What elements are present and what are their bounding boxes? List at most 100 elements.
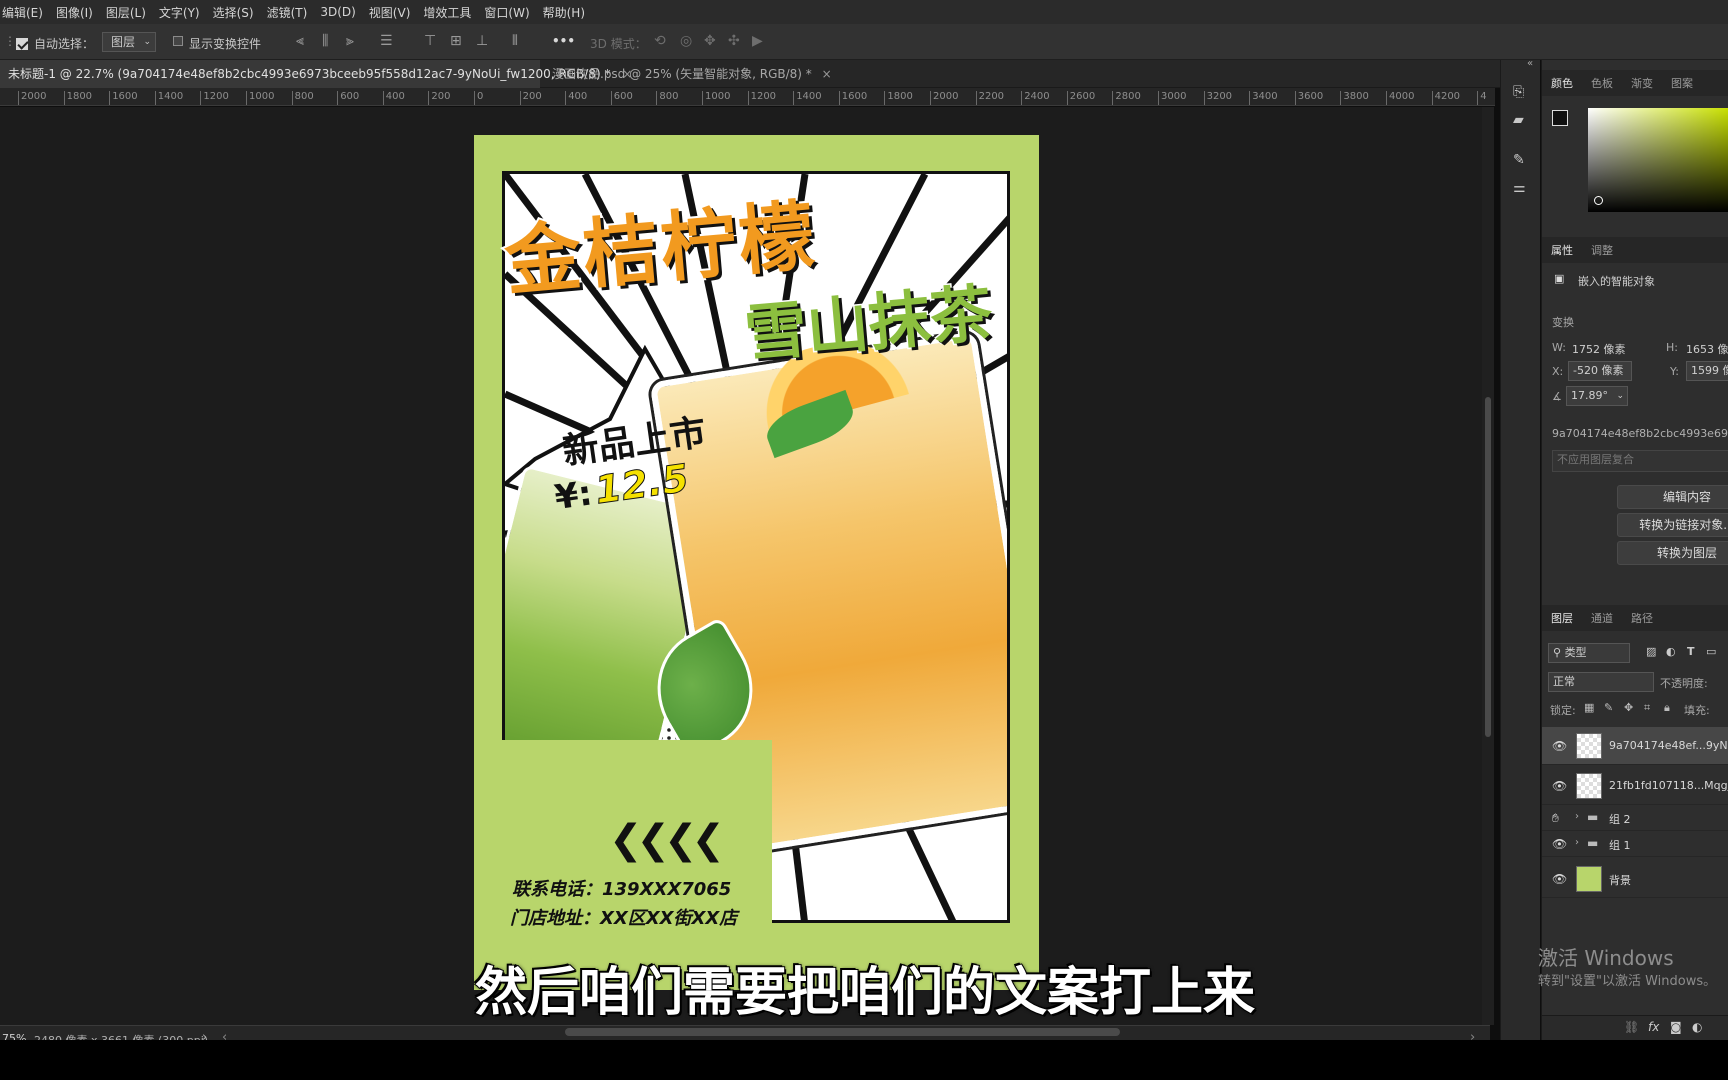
align-bottom-icon[interactable]: ⊥ (476, 33, 488, 49)
filter-adjustment-icon[interactable]: ◐ (1666, 645, 1676, 658)
comment-icon[interactable]: ▰ (1513, 112, 1524, 128)
tab-properties[interactable]: 属性 (1542, 242, 1582, 258)
visibility-eye-icon[interactable]: 👁︎ (1552, 739, 1567, 753)
layer-item[interactable]: 👁︎ 背景 (1542, 860, 1728, 898)
color-picker-cursor[interactable] (1594, 196, 1603, 205)
distribute-vertical-icon[interactable]: ⫴ (512, 33, 518, 49)
tab-paths[interactable]: 路径 (1622, 610, 1662, 626)
menu-help[interactable]: 帮助(H) (543, 4, 585, 21)
ruler-tick: 1400 (154, 91, 183, 105)
horizontal-scroll-thumb[interactable] (565, 1028, 1120, 1036)
convert-to-layer-button[interactable]: 转换为图层 (1617, 541, 1728, 565)
chevron-down-icon[interactable]: ⌄ (1616, 387, 1624, 405)
color-picker-field[interactable] (1588, 108, 1728, 212)
brush-settings-icon[interactable]: ✎ (1513, 152, 1525, 168)
tab-gradients[interactable]: 渐变 (1622, 75, 1662, 91)
tab-color[interactable]: 颜色 (1542, 75, 1582, 91)
edit-contents-button[interactable]: 编辑内容 (1617, 485, 1728, 509)
width-value[interactable]: 1752 像素 (1572, 341, 1626, 357)
show-transform-checkbox[interactable] (173, 36, 183, 46)
poster-artwork[interactable]: 金桔柠檬 雪山抹茶 新品上市 ¥: 12.5 ❮❮❮❮ 联系电话：139XXX7… (474, 135, 1039, 990)
align-top-icon[interactable]: ⊤ (424, 33, 436, 49)
tab-patterns[interactable]: 图案 (1662, 75, 1702, 91)
layer-item[interactable]: 👁︎ 21fb1fd107118...MqgjN (1542, 767, 1728, 805)
foreground-color-swatch[interactable] (1552, 110, 1568, 126)
hand-cursor-icon[interactable]: ✋︎ (1552, 811, 1559, 826)
y-position-input[interactable]: 1599 像 (1686, 361, 1728, 381)
visibility-eye-icon[interactable]: 👁︎ (1552, 779, 1567, 793)
layer-filter-dropdown[interactable]: ⚲ 类型 (1548, 643, 1630, 663)
lock-transparency-icon[interactable]: ▦ (1584, 701, 1594, 714)
menu-plugins[interactable]: 增效工具 (423, 4, 471, 21)
chevron-right-icon[interactable]: › (1575, 811, 1579, 822)
angle-input[interactable]: 17.89° ⌄ (1566, 386, 1628, 406)
layer-comp-dropdown[interactable]: 不应用图层复合 (1552, 450, 1728, 472)
fx-icon[interactable]: fx (1648, 1020, 1659, 1034)
menu-type[interactable]: 文字(Y) (159, 4, 200, 21)
tab-comic-drink[interactable]: 漫画饮品.psd @ 25% (矢量智能对象, RGB/8) * × (544, 60, 832, 88)
menu-view[interactable]: 视图(V) (369, 4, 411, 21)
menu-layer[interactable]: 图层(L) (106, 4, 146, 21)
blend-mode-dropdown[interactable]: 正常 (1548, 672, 1654, 692)
menu-select[interactable]: 选择(S) (213, 4, 254, 21)
layer-name[interactable]: 21fb1fd107118...MqgjN (1609, 779, 1728, 792)
link-layers-icon[interactable]: ⛓︎ (1624, 1020, 1639, 1034)
adjust-sliders-icon[interactable]: ⚌ (1513, 180, 1526, 196)
tab-untitled-1[interactable]: 未标题-1 @ 22.7% (9a704174e48ef8b2cbc4993e6… (0, 60, 632, 88)
layer-group-item[interactable]: ✋︎ › ▬ 组 2 (1542, 805, 1728, 831)
tab-adjustments[interactable]: 调整 (1582, 242, 1622, 258)
ruler-tick: 1800 (884, 91, 913, 105)
align-left-icon[interactable]: ⫷ (296, 33, 304, 49)
x-position-input[interactable]: -520 像素 (1568, 361, 1632, 381)
right-panels: 颜色 色板 渐变 图案 属性 调整 ▣ 嵌入的智能对象 变换 W: 1752 像… (1541, 60, 1728, 1040)
3d-camera-icon[interactable]: ▶ (752, 33, 763, 49)
filter-pixel-icon[interactable]: ▨ (1646, 645, 1656, 658)
auto-select-dropdown[interactable]: 图层 ⌄ (102, 32, 156, 52)
mask-icon[interactable]: ◙ (1670, 1020, 1682, 1034)
tab-swatches[interactable]: 色板 (1582, 75, 1622, 91)
3d-pan-icon[interactable]: ✥ (704, 33, 716, 49)
tab-layers[interactable]: 图层 (1542, 610, 1582, 626)
auto-select-checkbox[interactable] (16, 37, 28, 50)
lock-artboard-icon[interactable]: ⌗ (1644, 701, 1650, 715)
filter-type-icon[interactable]: T (1687, 645, 1695, 658)
chevron-right-icon[interactable]: › (1575, 837, 1579, 848)
horizontal-ruler: 2000 1800 1600 1400 1200 1000 800 600 400 200 0 200… (0, 88, 1495, 106)
height-value[interactable]: 1653 像 (1686, 341, 1728, 357)
menu-edit[interactable]: 编辑(E) (2, 4, 43, 21)
tab-channels[interactable]: 通道 (1582, 610, 1622, 626)
3d-orbit-icon[interactable]: ⟲ (654, 33, 666, 49)
layer-group-item[interactable]: 👁︎ › ▬ 组 1 (1542, 831, 1728, 857)
layer-name[interactable]: 组 1 (1609, 837, 1631, 853)
3d-roll-icon[interactable]: ◎ (680, 33, 692, 49)
menu-3d[interactable]: 3D(D) (320, 5, 355, 19)
store-address: 门店地址：XX区XX街XX店 (510, 908, 738, 929)
ruler-tick: 4000 (1386, 91, 1414, 105)
distribute-icon[interactable]: ☰ (380, 33, 393, 49)
3d-slide-icon[interactable]: ✣ (728, 33, 740, 49)
lock-position-icon[interactable]: ✥ (1624, 701, 1633, 714)
history-icon[interactable]: ⎘ (1513, 84, 1524, 100)
lock-all-icon[interactable]: 🔒︎ (1664, 701, 1670, 715)
align-center-icon[interactable]: ⫼ (322, 33, 328, 49)
align-right-icon[interactable]: ⫸ (346, 33, 354, 49)
align-middle-icon[interactable]: ⊞ (450, 33, 462, 49)
lock-paint-icon[interactable]: ✎ (1604, 701, 1613, 714)
close-icon[interactable]: × (822, 67, 832, 81)
menu-window[interactable]: 窗口(W) (484, 4, 529, 21)
visibility-eye-icon[interactable]: 👁︎ (1552, 872, 1567, 886)
filter-shape-icon[interactable]: ▭ (1706, 645, 1716, 658)
more-options-icon[interactable]: ••• (552, 34, 575, 48)
convert-linked-button[interactable]: 转换为链接对象... (1617, 513, 1728, 537)
layer-name[interactable]: 组 2 (1609, 811, 1631, 827)
collapse-icon[interactable]: « (1527, 58, 1533, 69)
menu-image[interactable]: 图像(I) (56, 4, 93, 21)
menu-filter[interactable]: 滤镜(T) (267, 4, 308, 21)
scroll-thumb[interactable] (1485, 397, 1491, 737)
layer-name[interactable]: 9a704174e48ef...9yNoU (1609, 739, 1728, 752)
visibility-eye-icon[interactable]: 👁︎ (1552, 837, 1567, 851)
vertical-scrollbar[interactable] (1482, 107, 1494, 1025)
adjustment-layer-icon[interactable]: ◐ (1692, 1020, 1702, 1034)
layer-item[interactable]: 👁︎ 9a704174e48ef...9yNoU (1542, 727, 1728, 765)
layer-name[interactable]: 背景 (1609, 872, 1631, 888)
